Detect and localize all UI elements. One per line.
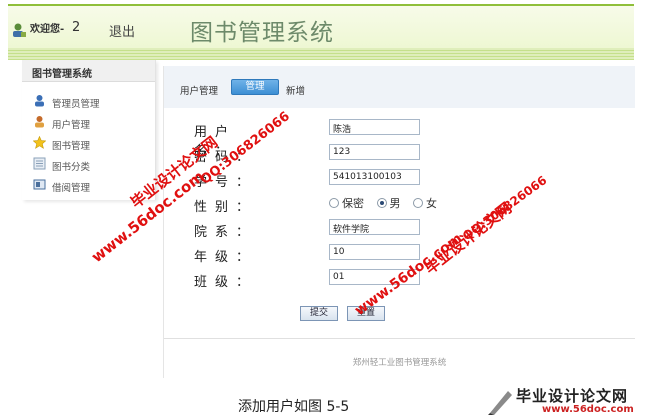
gender-radio-group: 保密 男 女 [329, 195, 446, 211]
category-icon [33, 157, 46, 170]
gender-option-secret: 保密 [342, 197, 364, 210]
main-panel: 用户管理 管理 新增 用户名： 陈浩 密码： 123 学号： 541013100… [163, 66, 635, 378]
footer-text: 郑州轻工业图书管理系统 [352, 358, 447, 368]
sidebar-title: 图书管理系统 [22, 60, 155, 82]
gender-label: 性别： [194, 200, 258, 215]
sidebar-item-label: 图书管理 [52, 141, 91, 152]
site-logo-watermark: 毕业设计论文网 www.56doc.com [484, 385, 644, 417]
password-input[interactable]: 123 [329, 144, 420, 160]
department-label: 院系： [194, 225, 258, 240]
department-input[interactable]: 软件学院 [329, 219, 420, 235]
sidebar-item-label: 用户管理 [52, 120, 91, 131]
sidebar-item-books[interactable]: 图书管理 [22, 132, 155, 153]
welcome-text: 欢迎您- [30, 24, 65, 35]
pen-logo-icon [488, 391, 512, 415]
tab-section-label: 用户管理 [180, 86, 219, 97]
gender-option-male: 男 [389, 197, 401, 210]
grade-label: 年级： [194, 250, 258, 265]
grade-input[interactable]: 10 [329, 244, 420, 260]
star-icon [33, 136, 46, 149]
sidebar: 图书管理系统 管理员管理 用户管理 图书管理 图书分类 借阅管理 [22, 60, 156, 200]
tab-manage[interactable]: 管理 [231, 79, 279, 95]
sidebar-item-users[interactable]: 用户管理 [22, 111, 155, 132]
tab-new[interactable]: 新增 [286, 83, 305, 97]
sidebar-item-label: 图书分类 [52, 162, 91, 173]
submit-button[interactable]: 提交 [300, 306, 338, 321]
gender-radio-female[interactable] [413, 198, 423, 208]
footer-divider [164, 338, 635, 339]
logout-link[interactable]: 退出 [109, 21, 135, 40]
user-number: 2 [72, 20, 81, 35]
logo-url: www.56doc.com [542, 404, 634, 415]
sidebar-item-categories[interactable]: 图书分类 [22, 153, 155, 174]
class-label: 班级： [194, 275, 258, 290]
gender-radio-male[interactable] [376, 198, 387, 208]
tab-bar: 用户管理 管理 新增 [164, 66, 635, 108]
gender-option-female: 女 [426, 197, 437, 210]
user-icon [35, 116, 44, 128]
user-avatar-icon [13, 23, 26, 37]
student-id-input[interactable]: 541013100103 [329, 169, 420, 185]
gender-radio-secret[interactable] [329, 198, 339, 208]
username-input[interactable]: 陈浩 [329, 119, 420, 135]
figure-caption: 添加用户如图 5-5 [238, 399, 350, 415]
header-stripes [8, 48, 634, 60]
sidebar-item-admin[interactable]: 管理员管理 [22, 90, 155, 111]
sidebar-item-label: 管理员管理 [52, 99, 100, 110]
logo-title: 毕业设计论文网 [516, 387, 629, 405]
borrow-icon [33, 179, 46, 190]
sidebar-item-label: 借阅管理 [52, 183, 91, 194]
admin-user-icon [35, 95, 44, 107]
app-title: 图书管理系统 [190, 20, 334, 46]
